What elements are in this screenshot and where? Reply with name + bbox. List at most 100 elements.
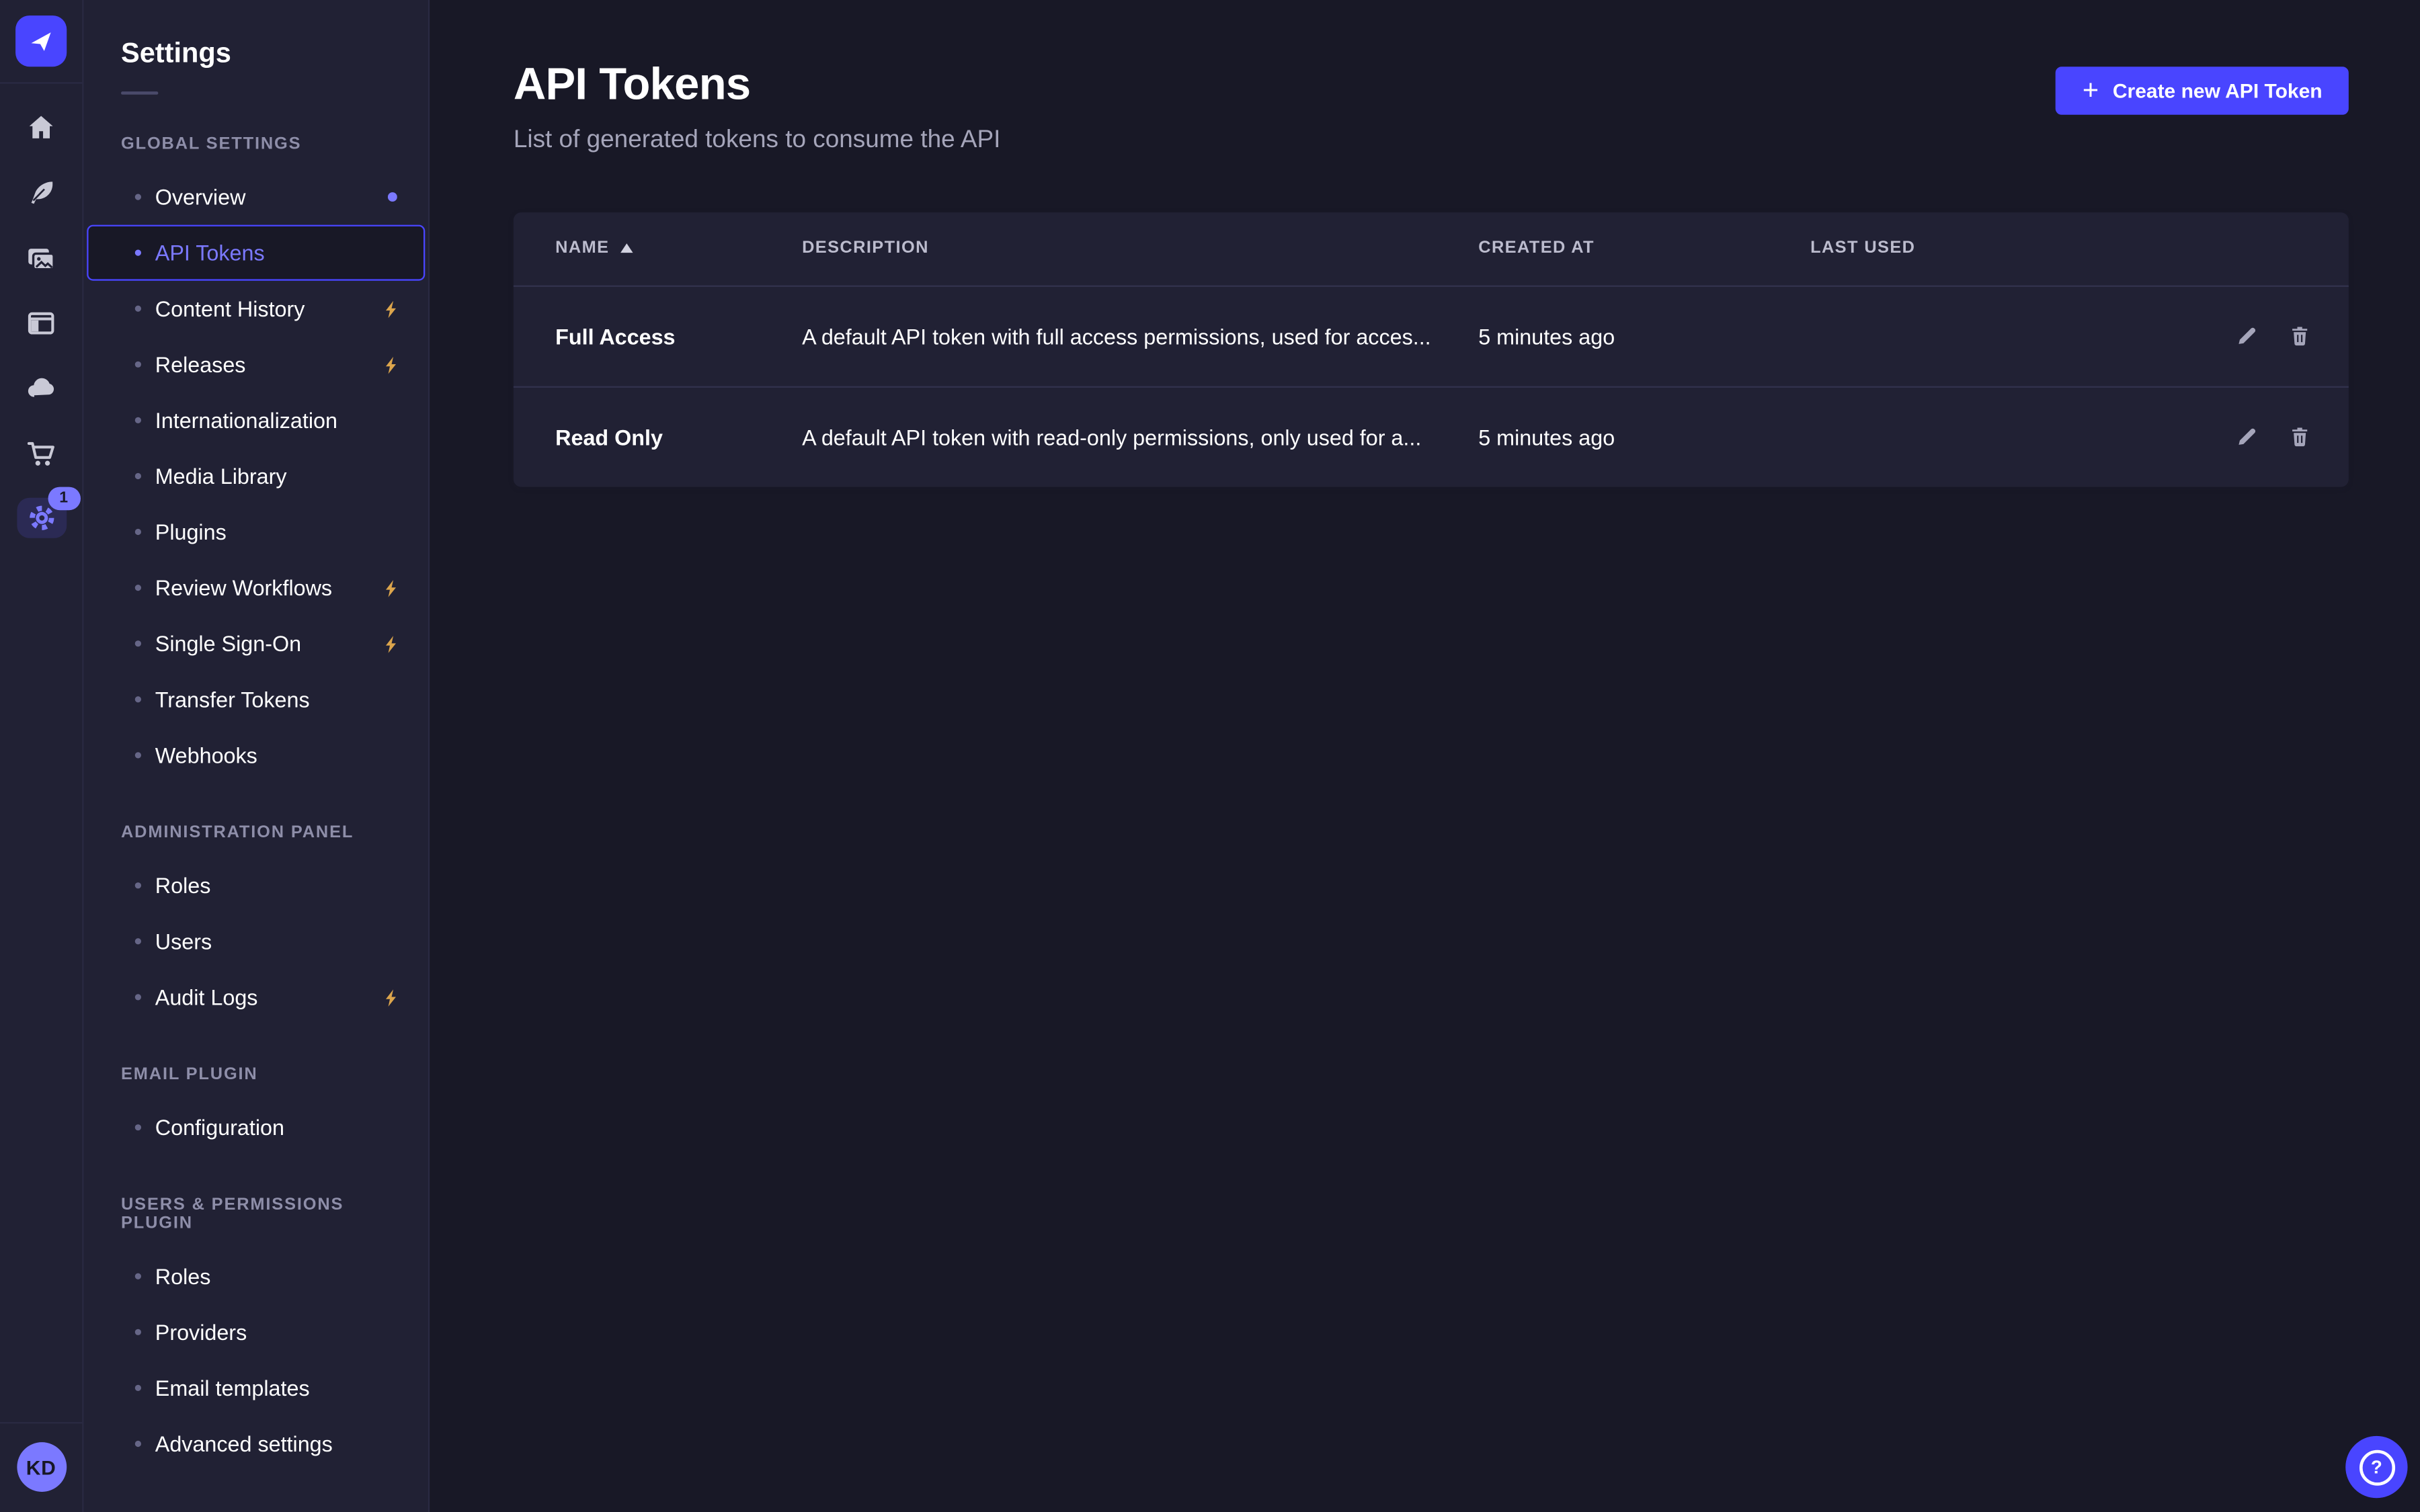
trash-icon bbox=[2288, 425, 2312, 449]
sidebar-item-configuration[interactable]: Configuration bbox=[87, 1099, 425, 1155]
bullet-icon bbox=[135, 1273, 141, 1279]
api-tokens-table: NAME DESCRIPTION CREATED AT LAST USED Fu… bbox=[514, 212, 2349, 487]
sidebar-item-internationalization[interactable]: Internationalization bbox=[87, 392, 425, 448]
bullet-icon bbox=[135, 250, 141, 256]
section-label-administration-panel: ADMINISTRATION PANEL bbox=[121, 823, 391, 842]
delete-button[interactable] bbox=[2288, 425, 2312, 449]
subnav-title: Settings bbox=[84, 0, 428, 70]
icon-rail: 1 KD bbox=[0, 0, 84, 1512]
sidebar-item-single-sign-on[interactable]: Single Sign-On bbox=[87, 616, 425, 671]
sidebar-item-advanced-settings[interactable]: Advanced settings bbox=[87, 1416, 425, 1472]
sidebar-item-email-templates[interactable]: Email templates bbox=[87, 1360, 425, 1416]
sidebar-item-transfer-tokens[interactable]: Transfer Tokens bbox=[87, 671, 425, 727]
sidebar-item-label: Audit Logs bbox=[155, 984, 258, 1009]
token-name: Read Only bbox=[555, 425, 802, 450]
lightning-icon bbox=[382, 298, 402, 319]
token-description: A default API token with read-only permi… bbox=[802, 425, 1478, 450]
create-api-token-label: Create new API Token bbox=[2113, 79, 2323, 103]
sidebar-item-marketplace[interactable] bbox=[0, 420, 82, 485]
divider bbox=[0, 1422, 82, 1423]
sidebar-item-overview[interactable]: Overview bbox=[87, 169, 425, 225]
sidebar-item-label: Single Sign-On bbox=[155, 631, 301, 656]
token-created-at: 5 minutes ago bbox=[1478, 425, 1810, 450]
page-title: API Tokens bbox=[514, 62, 1001, 112]
column-header-label: LAST USED bbox=[1810, 239, 1915, 258]
section-label-email-plugin: EMAIL PLUGIN bbox=[121, 1065, 391, 1084]
lightning-icon bbox=[382, 634, 402, 654]
bullet-icon bbox=[135, 938, 141, 944]
column-header-label: DESCRIPTION bbox=[802, 239, 929, 258]
token-description: A default API token with full access per… bbox=[802, 324, 1478, 349]
page-header-text: API Tokens List of generated tokens to c… bbox=[514, 62, 1001, 155]
sidebar-item-audit-logs[interactable]: Audit Logs bbox=[87, 969, 425, 1025]
title-divider bbox=[121, 91, 158, 95]
bullet-icon bbox=[135, 306, 141, 312]
sidebar-item-content[interactable] bbox=[0, 160, 82, 225]
table-row-full-access[interactable]: Full Access A default API token with ful… bbox=[514, 285, 2349, 386]
sidebar-item-deploy[interactable] bbox=[0, 355, 82, 420]
strapi-logo[interactable] bbox=[15, 15, 67, 67]
settings-badge: 1 bbox=[47, 487, 79, 511]
sidebar-item-label: Plugins bbox=[155, 519, 227, 544]
sidebar-item-content-history[interactable]: Content History bbox=[87, 281, 425, 337]
page-subtitle: List of generated tokens to consume the … bbox=[514, 127, 1001, 155]
bullet-icon bbox=[135, 529, 141, 535]
user-avatar[interactable]: KD bbox=[16, 1442, 66, 1492]
edit-button[interactable] bbox=[2235, 425, 2259, 449]
sidebar-item-users[interactable]: Users bbox=[87, 913, 425, 969]
sidebar-item-providers[interactable]: Providers bbox=[87, 1304, 425, 1360]
layout-panel-icon bbox=[25, 306, 57, 339]
lightning-icon bbox=[382, 354, 402, 374]
sidebar-item-label: Content History bbox=[155, 296, 305, 321]
help-button[interactable]: ? bbox=[2345, 1436, 2407, 1498]
strapi-logo-icon bbox=[26, 26, 56, 56]
row-actions bbox=[2163, 425, 2312, 449]
sidebar-item-roles-up[interactable]: Roles bbox=[87, 1249, 425, 1304]
notification-dot bbox=[388, 192, 397, 202]
sidebar-item-label: Users bbox=[155, 929, 212, 954]
lightning-icon bbox=[382, 987, 402, 1007]
column-header-label: NAME bbox=[555, 239, 609, 258]
sidebar-item-label: Releases bbox=[155, 352, 246, 377]
sidebar-item-settings[interactable]: 1 bbox=[0, 485, 82, 550]
bullet-icon bbox=[135, 1441, 141, 1447]
sidebar-item-label: Webhooks bbox=[155, 743, 257, 767]
sidebar-item-webhooks[interactable]: Webhooks bbox=[87, 727, 425, 783]
media-library-icon bbox=[25, 241, 57, 274]
bullet-icon bbox=[135, 640, 141, 646]
sidebar-item-home[interactable] bbox=[0, 95, 82, 160]
table-row-read-only[interactable]: Read Only A default API token with read-… bbox=[514, 386, 2349, 487]
edit-button[interactable] bbox=[2235, 325, 2259, 348]
sidebar-item-content-manager[interactable] bbox=[0, 290, 82, 355]
bullet-icon bbox=[135, 194, 141, 200]
sidebar-item-label: API Tokens bbox=[155, 241, 265, 265]
sidebar-item-media-library[interactable] bbox=[0, 225, 82, 290]
lightning-icon bbox=[382, 578, 402, 598]
sidebar-item-label: Review Workflows bbox=[155, 575, 332, 600]
sidebar-item-roles-admin[interactable]: Roles bbox=[87, 857, 425, 913]
column-header-name[interactable]: NAME bbox=[555, 239, 802, 258]
delete-button[interactable] bbox=[2288, 325, 2312, 348]
token-name: Full Access bbox=[555, 324, 802, 349]
sidebar-item-label: Advanced settings bbox=[155, 1431, 333, 1456]
divider bbox=[0, 82, 82, 83]
settings-subnav: Settings GLOBAL SETTINGS Overview API To… bbox=[84, 0, 430, 1512]
settings-active-highlight: 1 bbox=[16, 498, 66, 538]
sidebar-item-label: Media Library bbox=[155, 464, 287, 489]
bullet-icon bbox=[135, 362, 141, 368]
sidebar-item-plugins[interactable]: Plugins bbox=[87, 504, 425, 560]
bullet-icon bbox=[135, 585, 141, 591]
create-api-token-button[interactable]: + Create new API Token bbox=[2056, 67, 2349, 115]
sidebar-item-media-library-settings[interactable]: Media Library bbox=[87, 448, 425, 504]
bullet-icon bbox=[135, 994, 141, 1000]
sidebar-item-review-workflows[interactable]: Review Workflows bbox=[87, 560, 425, 616]
column-header-created-at: CREATED AT bbox=[1478, 239, 1810, 258]
sidebar-item-api-tokens[interactable]: API Tokens bbox=[87, 225, 425, 281]
sidebar-item-releases[interactable]: Releases bbox=[87, 337, 425, 392]
pencil-icon bbox=[2235, 425, 2259, 449]
trash-icon bbox=[2288, 325, 2312, 348]
strapi-admin-app: 1 KD Settings GLOBAL SETTINGS Overview A… bbox=[0, 0, 2420, 1512]
bullet-icon bbox=[135, 696, 141, 702]
bullet-icon bbox=[135, 882, 141, 888]
sidebar-item-label: Providers bbox=[155, 1320, 247, 1345]
